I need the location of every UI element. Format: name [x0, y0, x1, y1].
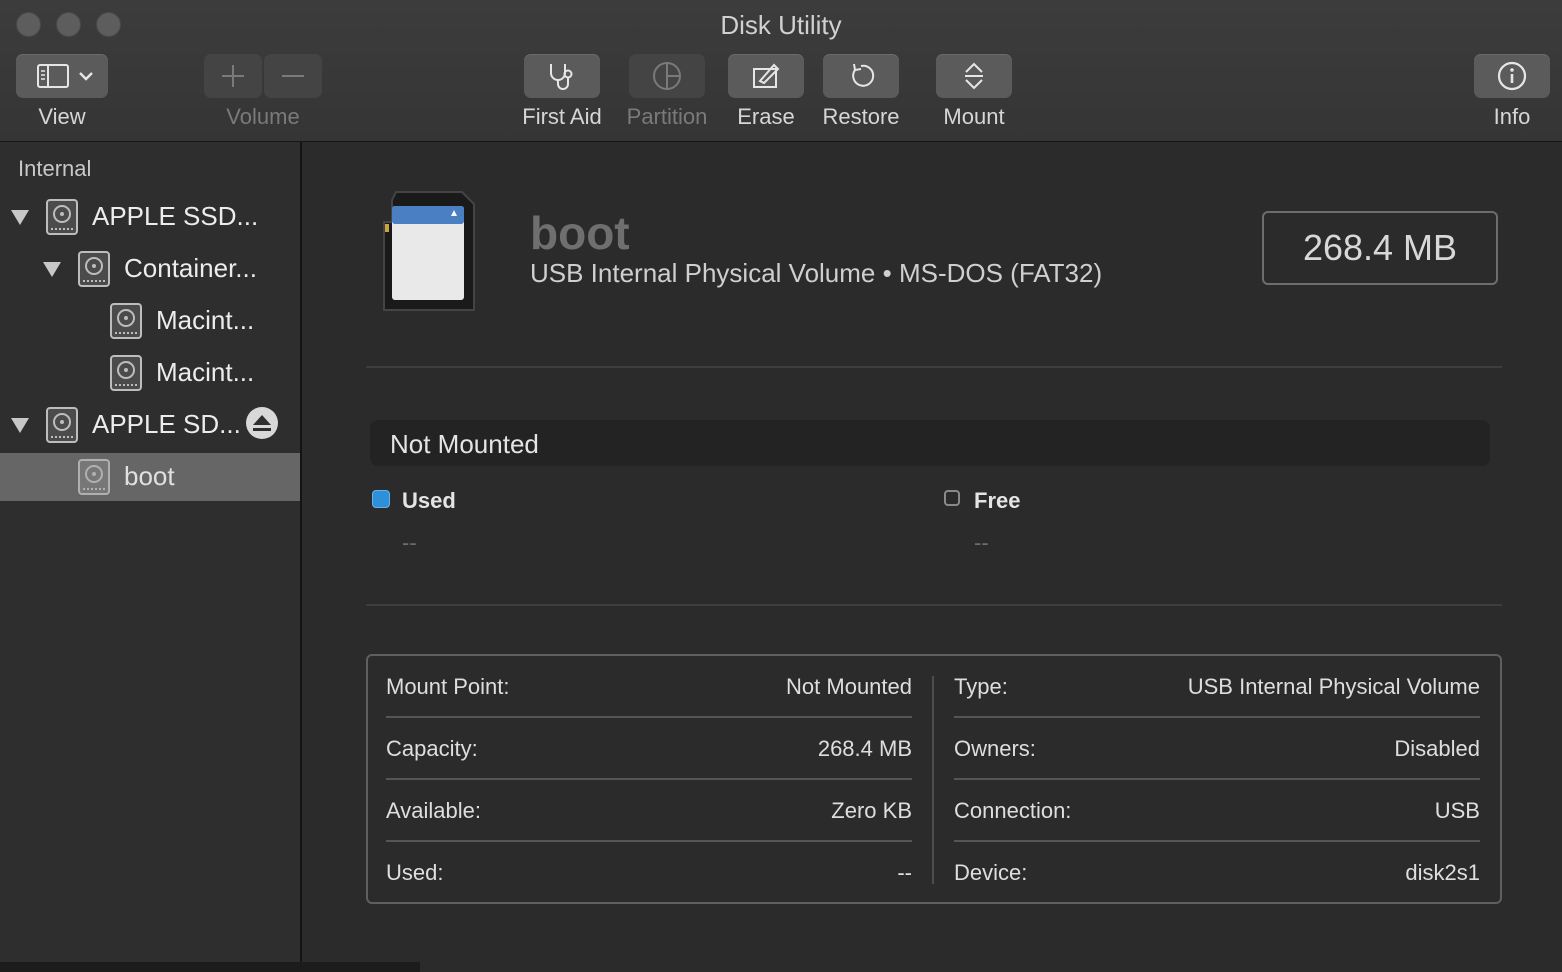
info-row-mount-point: Mount Point: Not Mounted — [386, 656, 912, 718]
divider — [366, 366, 1502, 368]
add-volume-button[interactable] — [204, 54, 262, 98]
restore-label: Restore — [822, 104, 900, 129]
mount-status: Not Mounted — [390, 429, 539, 459]
mount-label: Mount — [943, 104, 1005, 129]
sidebar-item-boot[interactable]: boot — [0, 453, 300, 501]
info-value: Disabled — [1394, 736, 1480, 761]
bottom-edge — [0, 962, 420, 972]
info-key: Available: — [386, 798, 481, 823]
divider — [366, 604, 1502, 606]
info-label: Info — [1493, 104, 1531, 129]
info-value: 268.4 MB — [817, 736, 912, 761]
disk-utility-window: Disk Utility View Volume First Aid Parti… — [0, 0, 1562, 972]
info-value: USB — [1434, 798, 1480, 823]
info-value: disk2s1 — [1405, 860, 1480, 885]
free-value: -- — [974, 530, 989, 555]
info-key: Used: — [386, 860, 444, 885]
info-row-type: Type: USB Internal Physical Volume — [954, 656, 1480, 718]
usage-bar: Not Mounted — [370, 420, 1490, 466]
disclosure-triangle-icon[interactable] — [11, 210, 29, 225]
sidebar-item-apple-ssd[interactable]: APPLE SSD... — [0, 193, 300, 241]
info-key: Mount Point: — [386, 674, 510, 699]
info-value: Not Mounted — [786, 674, 912, 699]
sidebar-item-apple-sd-reader[interactable]: APPLE SD... — [0, 401, 300, 449]
sidebar-item-label: Macint... — [156, 305, 255, 335]
view-button[interactable] — [16, 54, 108, 98]
partition-label: Partition — [626, 104, 708, 129]
free-legend-swatch — [944, 490, 960, 506]
eject-icon — [253, 415, 271, 431]
info-key: Connection: — [954, 798, 1072, 823]
sidebar-item-container[interactable]: Container... — [0, 245, 300, 293]
info-key: Type: — [954, 674, 1008, 699]
info-icon — [1497, 61, 1527, 91]
pie-chart-icon — [653, 62, 681, 90]
info-row-device: Device: disk2s1 — [954, 842, 1480, 904]
sd-card-icon — [383, 191, 475, 311]
info-row-available: Available: Zero KB — [386, 780, 912, 842]
eraser-icon — [753, 63, 780, 88]
info-row-used: Used: -- — [386, 842, 912, 904]
minus-icon — [282, 75, 304, 77]
hard-disk-icon — [110, 355, 142, 391]
hard-disk-icon — [46, 199, 78, 235]
sidebar-section-internal: Internal — [18, 156, 92, 181]
view-label: View — [38, 104, 86, 129]
info-table: Mount Point: Not Mounted Capacity: 268.4… — [366, 654, 1502, 904]
hard-disk-icon — [46, 407, 78, 443]
info-key: Device: — [954, 860, 1028, 885]
info-key: Owners: — [954, 736, 1036, 761]
info-value: USB Internal Physical Volume — [1187, 674, 1480, 699]
used-legend-label: Used — [402, 488, 456, 513]
sidebar-toggle-icon — [37, 64, 93, 88]
volume-size-badge: 268.4 MB — [1262, 211, 1498, 285]
hard-disk-icon — [78, 251, 110, 287]
disclosure-triangle-icon[interactable] — [11, 418, 29, 433]
column-divider — [932, 676, 934, 884]
erase-button[interactable] — [728, 54, 804, 98]
stethoscope-icon — [550, 64, 573, 90]
hard-disk-icon — [110, 303, 142, 339]
volume-name: boot — [530, 207, 630, 259]
info-value: Zero KB — [831, 798, 912, 823]
sidebar-item-label: APPLE SSD... — [92, 201, 259, 231]
info-button[interactable] — [1474, 54, 1550, 98]
info-row-owners: Owners: Disabled — [954, 718, 1480, 780]
first-aid-button[interactable] — [524, 54, 600, 98]
remove-volume-button[interactable] — [264, 54, 322, 98]
free-legend-label: Free — [974, 488, 1021, 513]
used-legend-swatch — [372, 490, 390, 508]
volume-subtitle: USB Internal Physical Volume • MS-DOS (F… — [530, 258, 1103, 288]
plus-icon — [222, 65, 244, 87]
volume-label: Volume — [226, 104, 300, 129]
restore-button[interactable] — [823, 54, 899, 98]
sidebar-item-macintosh-hd-data[interactable]: Macint... — [0, 349, 300, 397]
sidebar-item-label: boot — [124, 461, 175, 491]
info-row-connection: Connection: USB — [954, 780, 1480, 842]
erase-label: Erase — [737, 104, 795, 129]
main-panel: boot USB Internal Physical Volume • MS-D… — [302, 142, 1562, 972]
sidebar-item-label: APPLE SD... — [92, 409, 241, 439]
mount-button[interactable] — [936, 54, 1012, 98]
used-value: -- — [402, 530, 417, 555]
sidebar: Internal APPLE SSD... Container... Macin… — [0, 142, 302, 972]
info-value: -- — [897, 860, 912, 885]
toolbar: Disk Utility View Volume First Aid Parti… — [0, 0, 1562, 142]
sidebar-item-label: Container... — [124, 253, 257, 283]
sidebar-item-macintosh-hd[interactable]: Macint... — [0, 297, 300, 345]
disclosure-triangle-icon[interactable] — [43, 262, 61, 277]
info-row-capacity: Capacity: 268.4 MB — [386, 718, 912, 780]
sidebar-item-label: Macint... — [156, 357, 255, 387]
first-aid-label: First Aid — [522, 104, 602, 129]
partition-button[interactable] — [629, 54, 705, 98]
mount-icon — [965, 62, 983, 90]
restore-arrow-icon — [852, 63, 875, 87]
info-key: Capacity: — [386, 736, 478, 761]
hard-disk-icon — [78, 459, 110, 495]
window-title: Disk Utility — [720, 10, 842, 40]
eject-button[interactable] — [246, 407, 278, 439]
